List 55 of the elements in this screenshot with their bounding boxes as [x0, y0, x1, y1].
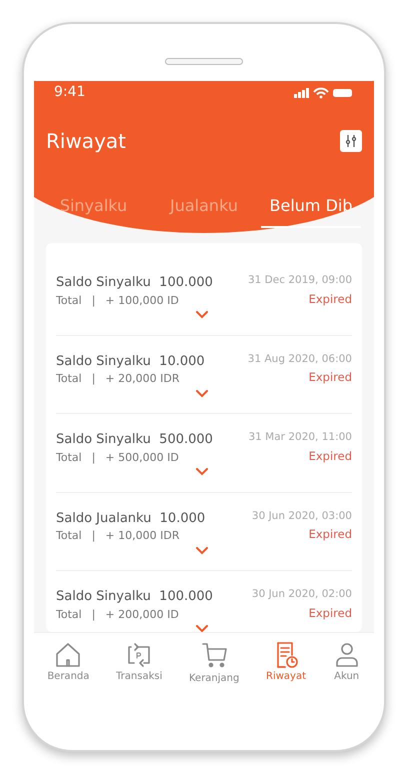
- transaction-date: 31 Mar 2020, 11:00: [248, 430, 352, 445]
- status-label: Expired: [308, 604, 352, 622]
- total-amount: + 200,000 ID: [105, 606, 179, 622]
- total-label: Total: [56, 371, 82, 387]
- nav-item[interactable]: Beranda: [47, 641, 90, 684]
- total-label: Total: [56, 450, 82, 466]
- status-label: Expired: [308, 526, 352, 544]
- separator: |: [92, 606, 96, 623]
- chevron-down-icon: [196, 390, 208, 398]
- transaction-date: 30 Jun 2020, 03:00: [252, 508, 352, 524]
- nav-item[interactable]: Transaksi: [116, 641, 162, 684]
- chevron-down-icon: [196, 311, 208, 319]
- chevron-down-icon: [196, 468, 208, 476]
- total-label: Total: [56, 528, 82, 544]
- transaction-title: Saldo Sinyalku 500.000: [56, 431, 213, 449]
- cart-icon: [200, 641, 228, 669]
- expand-chevron[interactable]: [196, 311, 208, 319]
- page-title: Riwayat: [46, 128, 126, 155]
- expand-chevron[interactable]: [196, 390, 208, 398]
- transaction-title: Saldo Sinyalku 10.000: [56, 352, 205, 370]
- expand-chevron[interactable]: [196, 625, 208, 632]
- sliders-icon: [344, 134, 358, 148]
- tab[interactable]: Sinyalku: [34, 194, 149, 228]
- nav-item[interactable]: Riwayat: [266, 641, 306, 684]
- separator: |: [92, 528, 96, 544]
- transaction-date: 30 Jun 2020, 02:00: [252, 587, 352, 602]
- status-icons: [294, 86, 354, 98]
- transaction-title: Saldo Jualanku 10.000: [56, 510, 206, 528]
- chevron-down-icon: [196, 625, 208, 632]
- separator: |: [92, 371, 96, 387]
- status-time: 9:41: [54, 83, 86, 102]
- separator: |: [92, 450, 96, 466]
- expand-chevron[interactable]: [196, 546, 208, 554]
- transaction-date: 31 Aug 2020, 06:00: [248, 352, 352, 366]
- transaction-title: Saldo Sinyalku 100.000: [56, 588, 213, 606]
- status-label: Expired: [308, 290, 352, 308]
- status-label: Expired: [308, 448, 352, 465]
- transaction-date: 31 Dec 2019, 09:00: [248, 273, 352, 288]
- total-label: Total: [56, 606, 82, 622]
- total-amount: + 100,000 ID: [105, 292, 179, 308]
- filter-button[interactable]: [340, 130, 362, 152]
- transaction-title: Saldo Sinyalku 100.000: [56, 274, 213, 292]
- nav-item[interactable]: Akun: [332, 641, 361, 684]
- separator: |: [92, 292, 96, 309]
- status-label: Expired: [308, 369, 352, 386]
- tab[interactable]: Belum Dib: [261, 194, 361, 228]
- chevron-down-icon: [196, 546, 208, 554]
- nav-item[interactable]: Keranjang: [188, 641, 240, 686]
- tab[interactable]: Jualanku: [149, 194, 259, 228]
- total-amount: + 20,000 IDR: [105, 371, 180, 387]
- total-amount: + 500,000 ID: [105, 450, 179, 466]
- total-amount: + 10,000 IDR: [105, 528, 180, 544]
- expand-chevron[interactable]: [196, 468, 208, 476]
- home-icon: [54, 641, 82, 669]
- total-label: Total: [56, 292, 82, 308]
